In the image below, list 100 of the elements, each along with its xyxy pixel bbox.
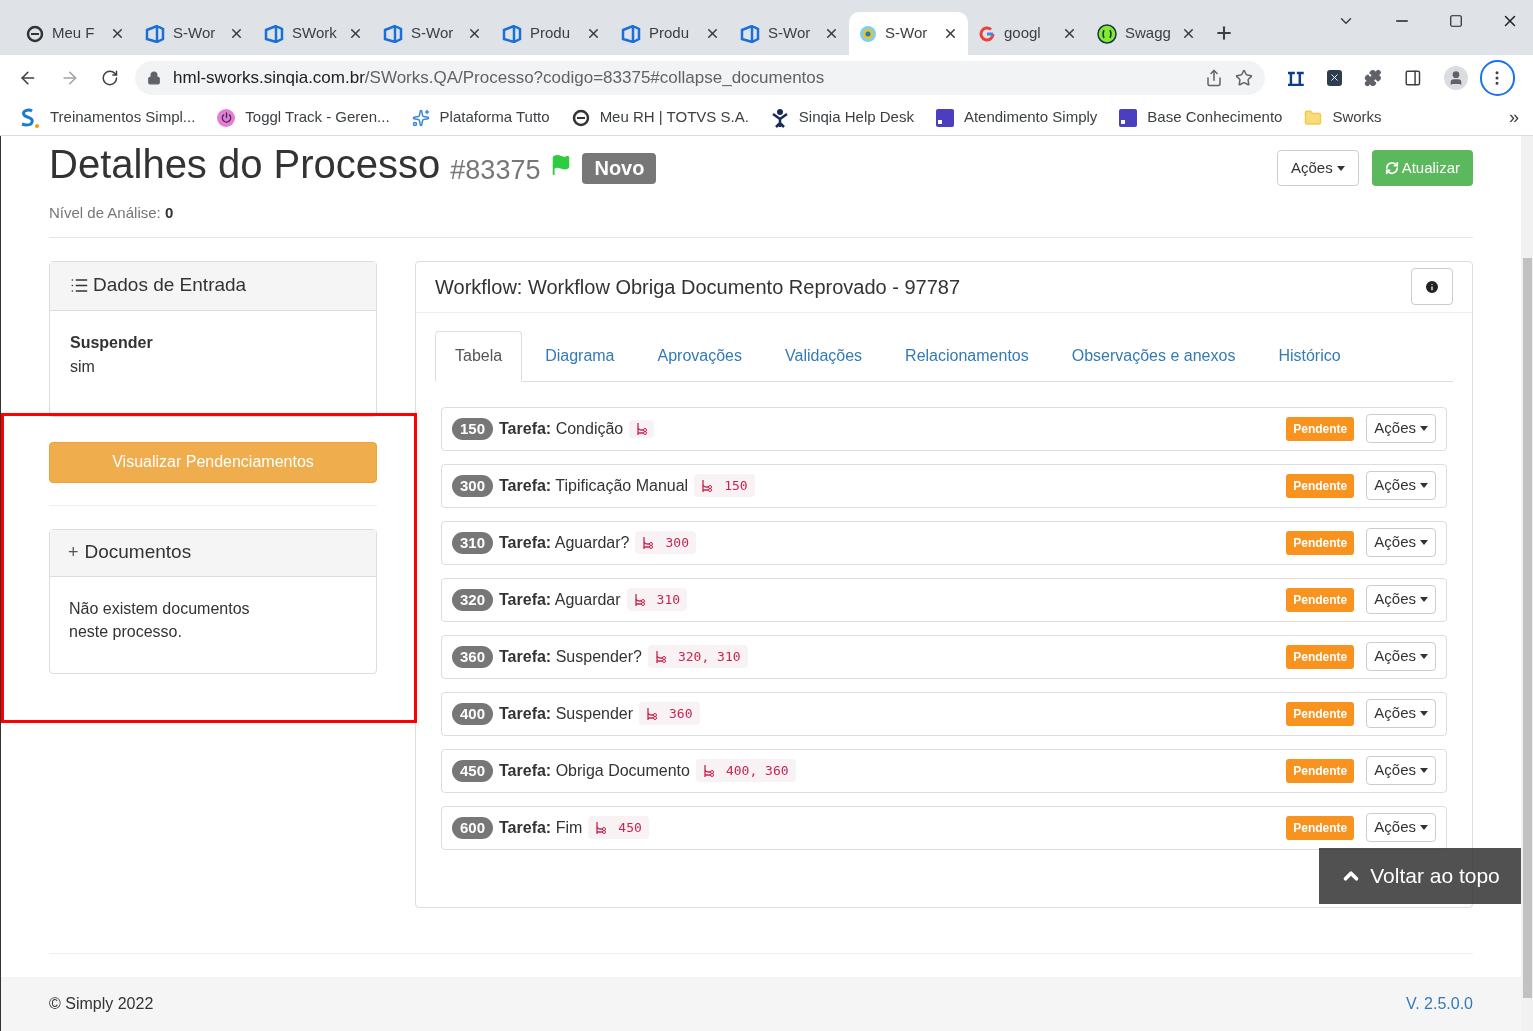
url-text: hml-sworks.sinqia.com.br/SWorks.QA/Processo?codigo=83375#collapse_documentos <box>173 66 826 89</box>
process-number: #83375 <box>450 157 541 184</box>
circle-logo-icon <box>571 108 590 127</box>
s-square-icon <box>1119 108 1138 127</box>
workflow-title: Workflow: Workflow Obriga Documento Reprovado - 97787 <box>435 274 961 300</box>
field-value: sim <box>70 356 96 377</box>
close-icon[interactable] <box>110 26 125 41</box>
workflow-tab[interactable]: Aprovações <box>637 330 762 381</box>
task-number: 300 <box>452 474 494 497</box>
actions-dropdown[interactable]: Ações <box>1366 528 1436 557</box>
workflow-tab[interactable]: Observações e anexos <box>1051 330 1256 381</box>
bookmark-item[interactable]: Base Conhecimento <box>1119 106 1283 129</box>
task-title: Tarefa: Aguardar? <box>499 532 630 553</box>
dependency-code: 310 <box>626 587 688 612</box>
workflow-tab[interactable]: Validações <box>765 330 883 381</box>
extension-icon[interactable] <box>1287 69 1305 86</box>
actions-dropdown[interactable]: Ações <box>1366 699 1436 728</box>
back-to-top-button[interactable]: Voltar ao topo <box>1319 848 1521 904</box>
browser-tab[interactable]: googl <box>968 12 1087 55</box>
actions-dropdown[interactable]: Ações <box>1366 585 1436 614</box>
close-icon[interactable] <box>824 26 839 41</box>
tab-title: S-Wor <box>885 23 929 44</box>
pending-label: Pendente <box>1286 815 1355 840</box>
close-icon[interactable] <box>1062 26 1077 41</box>
dependency-code: 150 <box>694 473 755 498</box>
close-icon[interactable] <box>1181 26 1196 41</box>
dependency-code: 360 <box>639 701 700 726</box>
browser-tab[interactable]: S-Wor <box>373 12 492 55</box>
browser-tab[interactable]: SWork <box>254 12 373 55</box>
sparkle-icon <box>411 108 430 127</box>
bookmark-item[interactable]: Sinqia Help Desk <box>770 106 914 129</box>
close-icon[interactable] <box>467 26 482 41</box>
menu-icon[interactable] <box>1479 59 1515 96</box>
browser-tab[interactable]: Swagg <box>1087 12 1206 55</box>
close-icon[interactable] <box>586 26 601 41</box>
task-number: 450 <box>452 759 494 782</box>
task-number: 600 <box>452 816 494 839</box>
reload-icon[interactable] <box>101 68 120 87</box>
side-panel-icon[interactable] <box>1404 68 1422 87</box>
browser-tab[interactable]: S-Wor <box>849 12 968 55</box>
workflow-tab[interactable]: Diagrama <box>525 330 635 381</box>
tab-title: Produ <box>530 23 572 44</box>
list-icon <box>70 276 89 295</box>
browser-tab[interactable]: Produ <box>611 12 730 55</box>
lock-icon <box>147 70 162 85</box>
browser-tab[interactable]: S-Wor <box>135 12 254 55</box>
actions-dropdown[interactable]: Ações <box>1366 642 1436 671</box>
version-text: V. 2.5.0.0 <box>1405 994 1473 1014</box>
browser-tab[interactable]: S-Wor <box>730 12 849 55</box>
bookmark-item[interactable]: Meu RH | TOTVS S.A. <box>571 106 749 129</box>
new-tab-icon[interactable] <box>1214 23 1234 43</box>
info-button[interactable] <box>1411 268 1453 305</box>
share-icon[interactable] <box>1205 68 1223 87</box>
person-logo-icon <box>770 107 789 128</box>
tab-title: S-Wor <box>173 23 217 44</box>
bookmark-item[interactable]: Sworks <box>1304 106 1382 129</box>
task-title: Tarefa: Obriga Documento <box>499 760 690 781</box>
target-logo-icon <box>859 24 877 43</box>
actions-dropdown[interactable]: Ações <box>1276 150 1359 186</box>
bookmark-item[interactable]: Atendimento Simply <box>935 106 1098 129</box>
devops-logo-icon <box>502 24 522 43</box>
workflow-tab[interactable]: Relacionamentos <box>885 330 1049 381</box>
actions-dropdown[interactable]: Ações <box>1366 813 1436 842</box>
close-icon[interactable] <box>943 26 958 41</box>
actions-dropdown[interactable]: Ações <box>1366 414 1436 443</box>
branch-icon <box>642 535 654 550</box>
close-icon[interactable] <box>229 26 244 41</box>
overflow-chevron[interactable]: » <box>1509 104 1519 131</box>
close-icon[interactable] <box>348 26 363 41</box>
close-icon[interactable] <box>705 26 720 41</box>
actions-dropdown[interactable]: Ações <box>1366 756 1436 785</box>
scrollbar[interactable] <box>1521 136 1533 1031</box>
power-icon <box>217 108 236 127</box>
tab-title: googl <box>1004 23 1042 44</box>
task-number: 400 <box>452 702 494 725</box>
browser-tab[interactable]: Meu F <box>16 12 135 55</box>
extensions-icon[interactable] <box>1364 68 1383 87</box>
pending-label: Pendente <box>1286 644 1355 669</box>
actions-dropdown[interactable]: Ações <box>1366 471 1436 500</box>
tab-title: Meu F <box>52 23 96 44</box>
extension-icon[interactable] <box>1326 69 1343 86</box>
profile-icon[interactable] <box>1443 65 1468 90</box>
bookmark-item[interactable]: Plataforma Tutto <box>411 106 550 129</box>
status-label: Novo <box>582 153 657 184</box>
branch-icon <box>633 592 645 607</box>
pending-label: Pendente <box>1286 473 1355 498</box>
circle-logo-icon <box>26 24 44 43</box>
workflow-tab[interactable]: Tabela <box>435 330 523 382</box>
bookmark-item[interactable]: Treinamentos Simpl... <box>18 106 196 129</box>
star-icon[interactable] <box>1235 68 1253 87</box>
bookmark-item[interactable]: Toggl Track - Geren... <box>217 106 390 129</box>
tab-title: Swagg <box>1125 23 1172 44</box>
workflow-tab[interactable]: Histórico <box>1258 330 1361 381</box>
tab-title: S-Wor <box>411 23 455 44</box>
branch-icon <box>646 706 658 721</box>
panel-header[interactable]: + Documentos <box>50 529 376 577</box>
browser-tab[interactable]: Produ <box>492 12 611 55</box>
maximize-icon[interactable] <box>1449 14 1463 28</box>
address-field[interactable]: hml-sworks.sinqia.com.br/SWorks.QA/Processo?codigo=83375#collapse_documentos <box>135 60 1265 95</box>
expand-toggle[interactable]: + <box>68 539 79 566</box>
